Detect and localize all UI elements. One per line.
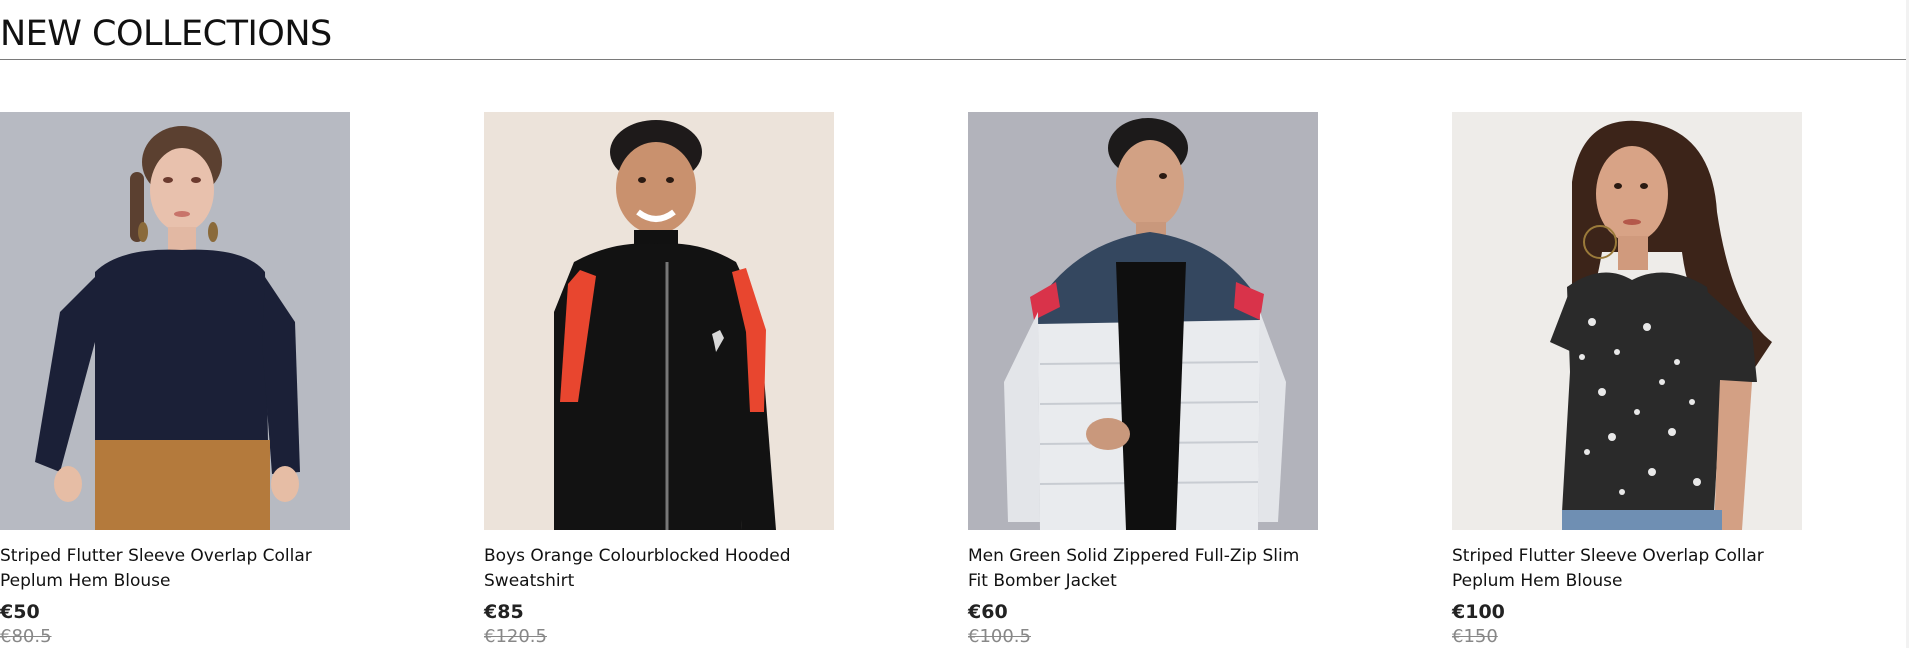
section-divider (0, 59, 1906, 60)
man-white-puffer-jacket-photo (968, 112, 1318, 530)
product-price: €85 (484, 601, 524, 623)
product-old-price: €120.5 (484, 626, 547, 647)
product-image[interactable] (968, 112, 1318, 530)
product-name[interactable]: Striped Flutter Sleeve Overlap Collar Pe… (0, 544, 340, 594)
product-image[interactable] (0, 112, 350, 530)
product-old-price: €100.5 (968, 626, 1031, 647)
boy-black-track-jacket-photo (484, 112, 834, 530)
product-old-price: €150 (1452, 626, 1498, 647)
product-old-price: €80.5 (0, 626, 52, 647)
product-price: €50 (0, 601, 40, 623)
product-name[interactable]: Men Green Solid Zippered Full-Zip Slim F… (968, 544, 1308, 594)
new-collections-section: NEW COLLECTIONS Striped Flutter Sleeve O… (0, 0, 1909, 648)
product-name[interactable]: Boys Orange Colourblocked Hooded Sweatsh… (484, 544, 824, 594)
woman-navy-sweater-photo (0, 112, 350, 530)
product-card[interactable]: Striped Flutter Sleeve Overlap Collar Pe… (0, 112, 350, 647)
product-card[interactable]: Boys Orange Colourblocked Hooded Sweatsh… (484, 112, 834, 647)
section-title: NEW COLLECTIONS (0, 14, 332, 54)
product-image[interactable] (484, 112, 834, 530)
product-price: €60 (968, 601, 1008, 623)
product-image[interactable] (1452, 112, 1802, 530)
product-card[interactable]: Men Green Solid Zippered Full-Zip Slim F… (968, 112, 1318, 647)
woman-floral-blouse-photo (1452, 112, 1802, 530)
product-name[interactable]: Striped Flutter Sleeve Overlap Collar Pe… (1452, 544, 1792, 594)
product-price: €100 (1452, 601, 1505, 623)
product-card[interactable]: Striped Flutter Sleeve Overlap Collar Pe… (1452, 112, 1802, 647)
